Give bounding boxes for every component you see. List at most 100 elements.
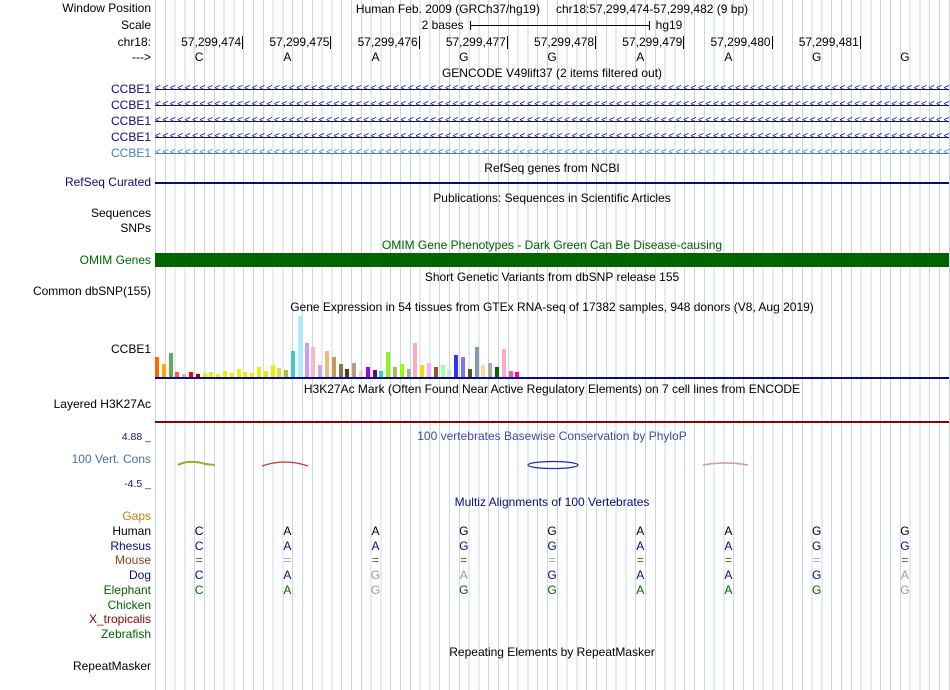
- base-letter: C: [194, 568, 204, 582]
- base-letter: A: [724, 568, 733, 582]
- gtex-expression-bar[interactable]: [495, 367, 499, 377]
- base-letter: A: [283, 539, 292, 553]
- gtex-expression-bar[interactable]: [501, 349, 506, 377]
- reference-sequence-row: CAAGGAAGG: [0, 51, 950, 65]
- gtex-expression-bar[interactable]: [440, 365, 445, 377]
- gencode-transcript-arrows[interactable]: <<<<<<<<<<<<<<<<<<<<<<<<<<<<<<<<<<<<<<<<…: [155, 114, 949, 128]
- gtex-expression-bar[interactable]: [420, 365, 425, 377]
- gencode-transcript-label[interactable]: CCBE1: [0, 146, 151, 160]
- gtex-expression-bar[interactable]: [345, 369, 350, 377]
- gtex-expression-bar[interactable]: [236, 369, 241, 377]
- species-label-elephant[interactable]: Elephant: [0, 584, 151, 597]
- gtex-expression-bar[interactable]: [291, 351, 295, 377]
- gtex-expression-bar[interactable]: [447, 369, 452, 377]
- vert-cons-track-label[interactable]: 100 Vert. Cons: [0, 453, 151, 466]
- gencode-transcript-label[interactable]: CCBE1: [0, 98, 151, 112]
- gtex-expression-bar[interactable]: [168, 353, 173, 377]
- ruler-tick: [859, 35, 861, 49]
- repeatmasker-track-label[interactable]: RepeatMasker: [0, 660, 151, 673]
- species-label-human[interactable]: Human: [0, 525, 151, 538]
- gtex-expression-bar[interactable]: [318, 365, 323, 377]
- gtex-expression-bar[interactable]: [297, 316, 302, 377]
- gencode-transcript-label[interactable]: CCBE1: [0, 130, 151, 144]
- multiz-section-header: Multiz Alignments of 100 Vertebrates: [454, 495, 650, 509]
- gencode-section-header: GENCODE V49lift37 (2 items filtered out): [441, 66, 663, 80]
- gtex-expression-bar[interactable]: [413, 343, 418, 377]
- gtex-expression-bar[interactable]: [427, 363, 431, 377]
- refseq-curated-label[interactable]: RefSeq Curated: [0, 176, 151, 189]
- genome-browser-view: Window Position Human Feb. 2009 (GRCh37/…: [0, 0, 950, 690]
- ruler-coordinate: 57,299,477: [415, 35, 508, 49]
- refseq-curated-track-line[interactable]: [155, 182, 949, 184]
- ruler-coordinate-text: 57,299,474: [181, 35, 242, 49]
- gtex-expression-bar[interactable]: [270, 365, 275, 377]
- phylop-conservation-track[interactable]: [155, 446, 949, 486]
- gtex-expression-bar[interactable]: [461, 357, 465, 377]
- base-letter: G: [459, 50, 469, 64]
- omim-genes-label[interactable]: OMIM Genes: [0, 254, 151, 267]
- gtex-expression-bar[interactable]: [352, 363, 357, 377]
- gaps-row-label[interactable]: Gaps: [0, 510, 151, 523]
- gtex-expression-bar[interactable]: [331, 357, 336, 377]
- gtex-expression-bar[interactable]: [386, 352, 391, 377]
- layered-h3k27ac-label[interactable]: Layered H3K27Ac: [0, 398, 151, 411]
- base-letter: G: [811, 568, 822, 582]
- scale-bar: [469, 21, 650, 30]
- base-letter: G: [900, 539, 910, 553]
- base-letter: G: [900, 583, 910, 597]
- gtex-expression-bar[interactable]: [277, 368, 282, 377]
- gtex-expression-bar[interactable]: [488, 363, 493, 377]
- gtex-expression-bar[interactable]: [481, 365, 486, 377]
- gtex-expression-bar[interactable]: [406, 369, 411, 377]
- sequences-track-label[interactable]: Sequences: [0, 207, 151, 220]
- ruler-coordinate-text: 57,299,479: [622, 35, 683, 49]
- phylop-max-label: 4.88 _: [121, 431, 151, 443]
- common-dbsnp-label[interactable]: Common dbSNP(155): [0, 285, 151, 298]
- gtex-expression-bar[interactable]: [467, 369, 472, 377]
- gtex-expression-bar[interactable]: [474, 347, 479, 377]
- gencode-transcript-arrows[interactable]: <<<<<<<<<<<<<<<<<<<<<<<<<<<<<<<<<<<<<<<<…: [155, 82, 949, 96]
- h3k27ac-signal-line[interactable]: [155, 421, 949, 423]
- species-label-dog[interactable]: Dog: [0, 569, 151, 582]
- base-letter: G: [811, 50, 822, 64]
- gtex-gene-label[interactable]: CCBE1: [0, 343, 151, 356]
- gtex-gene-line[interactable]: [155, 377, 949, 379]
- gencode-transcript-label[interactable]: CCBE1: [0, 82, 151, 96]
- base-letter: A: [283, 50, 292, 64]
- gtex-expression-bar[interactable]: [161, 364, 166, 377]
- gtex-expression-bar[interactable]: [393, 367, 397, 377]
- gtex-expression-bar[interactable]: [155, 357, 159, 377]
- gtex-expression-bar[interactable]: [399, 364, 404, 377]
- gtex-expression-bar[interactable]: [338, 364, 343, 377]
- base-letter: G: [900, 524, 910, 538]
- species-label-x_tropicalis[interactable]: X_tropicalis: [0, 613, 151, 626]
- base-letter: A: [900, 568, 909, 582]
- species-label-rhesus[interactable]: Rhesus: [0, 540, 151, 553]
- gencode-transcript-arrows[interactable]: <<<<<<<<<<<<<<<<<<<<<<<<<<<<<<<<<<<<<<<<…: [155, 130, 949, 144]
- gtex-expression-bar[interactable]: [304, 343, 309, 377]
- omim-genes-bar[interactable]: [155, 253, 949, 267]
- phylop-mark-pink: [702, 462, 749, 466]
- gtex-expression-bar[interactable]: [311, 347, 316, 377]
- gencode-transcript-arrows[interactable]: <<<<<<<<<<<<<<<<<<<<<<<<<<<<<<<<<<<<<<<<…: [155, 98, 949, 112]
- gtex-expression-bar[interactable]: [454, 355, 459, 377]
- ruler-coordinate: 57,299,479: [591, 35, 685, 49]
- species-label-mouse[interactable]: Mouse: [0, 554, 151, 567]
- gtex-expression-bar[interactable]: [284, 370, 289, 377]
- gtex-expression-bar[interactable]: [433, 367, 438, 377]
- coordinate-ruler[interactable]: 57,299,474 57,299,475 57,299,476 57,299,477…: [0, 35, 950, 49]
- gtex-expression-bar[interactable]: [372, 370, 377, 377]
- species-label-zebrafish[interactable]: Zebrafish: [0, 628, 151, 641]
- gencode-transcript-arrows[interactable]: <<<<<<<<<<<<<<<<<<<<<<<<<<<<<<<<<<<<<<<<…: [155, 146, 949, 160]
- base-letter: G: [547, 568, 557, 582]
- snps-track-label[interactable]: SNPs: [0, 222, 151, 235]
- ruler-coordinate-text: 57,299,477: [445, 35, 506, 49]
- scale-genome: hg19: [655, 18, 683, 32]
- species-label-chicken[interactable]: Chicken: [0, 599, 151, 612]
- base-letter: G: [459, 539, 469, 553]
- gtex-expression-bar[interactable]: [365, 367, 370, 377]
- gtex-expression-bar[interactable]: [257, 367, 261, 377]
- gencode-transcript-label[interactable]: CCBE1: [0, 114, 151, 128]
- gtex-expression-bar[interactable]: [325, 351, 329, 377]
- base-letter: A: [459, 568, 468, 582]
